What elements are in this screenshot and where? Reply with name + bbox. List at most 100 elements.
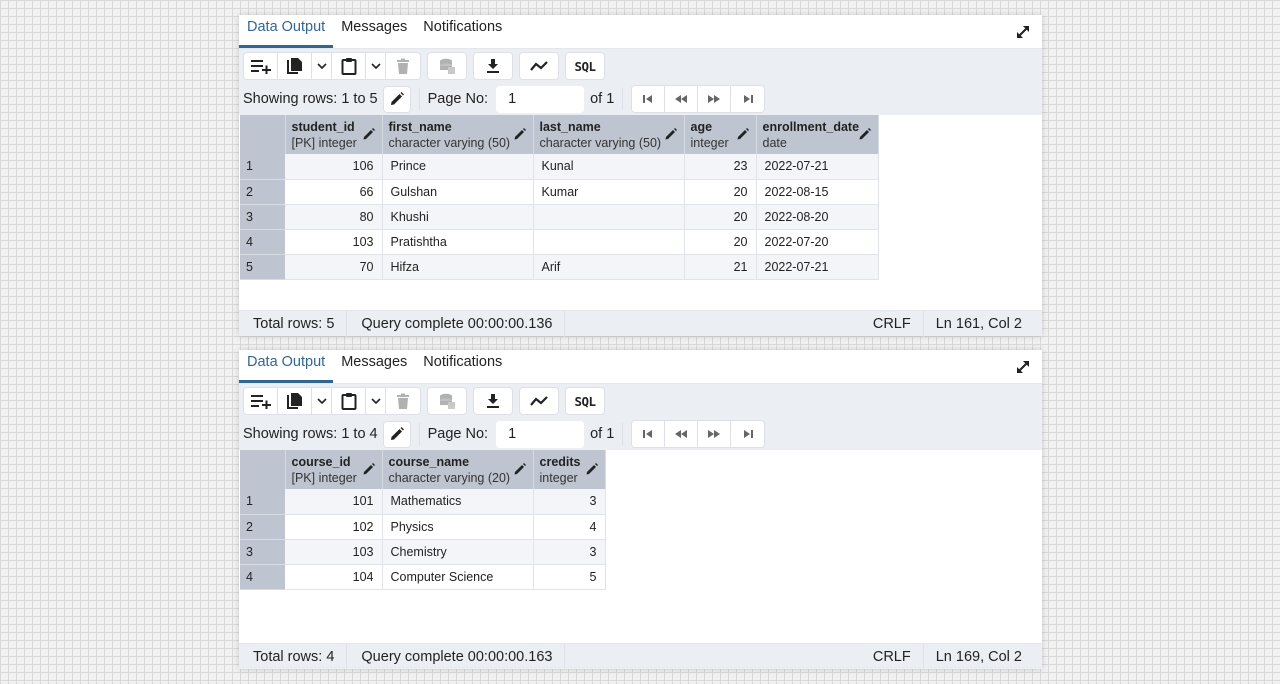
pencil-icon[interactable] — [514, 128, 526, 140]
copy-button[interactable] — [278, 388, 312, 414]
copy-button[interactable] — [278, 53, 312, 79]
row-number[interactable]: 1 — [240, 154, 285, 180]
cell-course-name[interactable]: Mathematics — [382, 489, 534, 515]
cell-last-name[interactable] — [533, 204, 685, 230]
cell-first-name[interactable]: Gulshan — [382, 179, 534, 205]
tab-notifications[interactable]: Notifications — [415, 349, 510, 383]
cell-course-id[interactable]: 103 — [285, 539, 383, 565]
graph-visualiser-button[interactable] — [520, 388, 558, 414]
cell-course-name[interactable]: Computer Science — [382, 564, 534, 590]
page-number-input[interactable] — [496, 420, 585, 448]
cell-student-id[interactable]: 103 — [285, 229, 383, 255]
row-number[interactable]: 4 — [240, 564, 285, 590]
cell-enrollment-date[interactable]: 2022-08-20 — [756, 204, 879, 230]
cell-last-name[interactable] — [533, 229, 685, 255]
graph-visualiser-button[interactable] — [520, 53, 558, 79]
pencil-icon[interactable] — [586, 463, 598, 475]
cell-student-id[interactable]: 106 — [285, 154, 383, 180]
cell-first-name[interactable]: Prince — [382, 154, 534, 180]
cell-student-id[interactable]: 66 — [285, 179, 383, 205]
cell-first-name[interactable]: Khushi — [382, 204, 534, 230]
cell-course-id[interactable]: 101 — [285, 489, 383, 515]
last-page-button[interactable] — [731, 421, 764, 447]
tab-messages[interactable]: Messages — [333, 14, 415, 48]
download-button[interactable] — [474, 388, 512, 414]
column-header[interactable]: credits integer — [533, 450, 606, 489]
paste-button[interactable] — [332, 388, 366, 414]
row-number[interactable]: 2 — [240, 179, 285, 205]
add-row-button[interactable] — [244, 388, 278, 414]
cell-age[interactable]: 20 — [684, 179, 757, 205]
previous-page-button[interactable] — [665, 86, 699, 112]
cell-credits[interactable]: 5 — [533, 564, 606, 590]
pencil-icon[interactable] — [737, 128, 749, 140]
paste-options-dropdown[interactable] — [366, 388, 386, 414]
cell-last-name[interactable]: Arif — [533, 254, 685, 280]
row-number[interactable]: 1 — [240, 489, 285, 515]
tab-messages[interactable]: Messages — [333, 349, 415, 383]
cell-course-id[interactable]: 102 — [285, 514, 383, 540]
first-page-button[interactable] — [632, 421, 666, 447]
cell-last-name[interactable]: Kumar — [533, 179, 685, 205]
row-number[interactable]: 3 — [240, 204, 285, 230]
pencil-icon[interactable] — [665, 128, 677, 140]
paste-options-dropdown[interactable] — [366, 53, 386, 79]
delete-button[interactable] — [386, 53, 420, 79]
column-header[interactable]: student_id [PK] integer — [285, 115, 383, 154]
tab-notifications[interactable]: Notifications — [415, 14, 510, 48]
column-header[interactable]: last_name character varying (50) — [533, 115, 685, 154]
tab-data-output[interactable]: Data Output — [239, 349, 334, 383]
column-header[interactable]: age integer — [684, 115, 757, 154]
cell-course-name[interactable]: Chemistry — [382, 539, 534, 565]
pencil-icon[interactable] — [514, 463, 526, 475]
first-page-button[interactable] — [632, 86, 666, 112]
paste-button[interactable] — [332, 53, 366, 79]
maximize-button[interactable] — [1014, 23, 1032, 41]
cell-first-name[interactable]: Pratishtha — [382, 229, 534, 255]
cell-enrollment-date[interactable]: 2022-08-15 — [756, 179, 879, 205]
cell-credits[interactable]: 3 — [533, 489, 606, 515]
tab-data-output[interactable]: Data Output — [239, 14, 334, 48]
column-header[interactable]: course_name character varying (20) — [382, 450, 534, 489]
cell-enrollment-date[interactable]: 2022-07-21 — [756, 154, 879, 180]
delete-button[interactable] — [386, 388, 420, 414]
sql-button[interactable]: SQL — [566, 388, 604, 414]
next-page-button[interactable] — [698, 421, 732, 447]
row-number[interactable]: 2 — [240, 514, 285, 540]
pencil-icon[interactable] — [363, 463, 375, 475]
cell-age[interactable]: 21 — [684, 254, 757, 280]
cell-student-id[interactable]: 70 — [285, 254, 383, 280]
maximize-button[interactable] — [1014, 358, 1032, 376]
add-row-button[interactable] — [244, 53, 278, 79]
copy-options-dropdown[interactable] — [312, 53, 332, 79]
edit-rows-button[interactable] — [382, 85, 411, 113]
row-number[interactable]: 5 — [240, 254, 285, 280]
next-page-button[interactable] — [698, 86, 732, 112]
column-header[interactable]: course_id [PK] integer — [285, 450, 383, 489]
cell-age[interactable]: 20 — [684, 204, 757, 230]
cell-credits[interactable]: 3 — [533, 539, 606, 565]
pencil-icon[interactable] — [859, 128, 871, 140]
pencil-icon[interactable] — [363, 128, 375, 140]
edit-rows-button[interactable] — [382, 420, 411, 448]
cell-course-name[interactable]: Physics — [382, 514, 534, 540]
page-number-input[interactable] — [496, 85, 585, 113]
cell-student-id[interactable]: 80 — [285, 204, 383, 230]
cell-enrollment-date[interactable]: 2022-07-21 — [756, 254, 879, 280]
previous-page-button[interactable] — [665, 421, 699, 447]
cell-course-id[interactable]: 104 — [285, 564, 383, 590]
cell-last-name[interactable]: Kunal — [533, 154, 685, 180]
row-number[interactable]: 3 — [240, 539, 285, 565]
cell-age[interactable]: 20 — [684, 229, 757, 255]
save-data-button[interactable] — [428, 388, 466, 414]
cell-credits[interactable]: 4 — [533, 514, 606, 540]
sql-button[interactable]: SQL — [566, 53, 604, 79]
row-number[interactable]: 4 — [240, 229, 285, 255]
cell-first-name[interactable]: Hifza — [382, 254, 534, 280]
save-data-button[interactable] — [428, 53, 466, 79]
column-header[interactable]: first_name character varying (50) — [382, 115, 534, 154]
last-page-button[interactable] — [731, 86, 764, 112]
copy-options-dropdown[interactable] — [312, 388, 332, 414]
cell-enrollment-date[interactable]: 2022-07-20 — [756, 229, 879, 255]
column-header[interactable]: enrollment_date date — [756, 115, 879, 154]
